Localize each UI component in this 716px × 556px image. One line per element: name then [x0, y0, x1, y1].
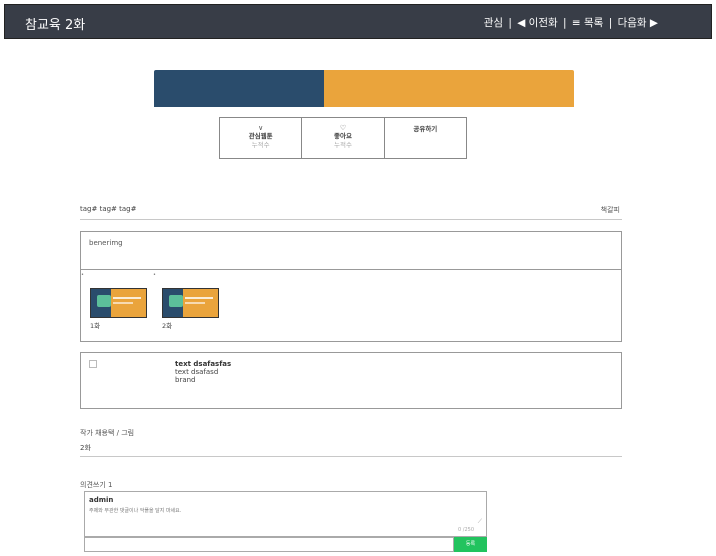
top-bar: 참교육 2화 관심 | ◀ 이전화 | ≡ 목록 | 다음화 ▶: [4, 4, 712, 39]
action-count: 누적수: [334, 141, 352, 149]
divider: [80, 219, 622, 220]
action-buttons: ∨ 관심웹툰 누적수 ♡ 좋아요 누적수 공유하기: [219, 117, 467, 159]
bookmark-link[interactable]: 책갈피: [601, 205, 620, 215]
episode-card[interactable]: 1화: [90, 288, 147, 330]
resize-grip-icon[interactable]: ⟋: [478, 518, 482, 526]
comment-input[interactable]: [84, 537, 454, 552]
bullet: •: [81, 272, 84, 278]
author-credit: 작가 채용택 / 그림: [80, 429, 135, 437]
episode-nav: 관심 | ◀ 이전화 | ≡ 목록 | 다음화 ▶: [483, 15, 659, 30]
broken-image-icon: [89, 360, 97, 368]
banner-image-placeholder: benerimg: [89, 239, 123, 247]
page-title: 참교육 2화: [25, 18, 86, 33]
tag-list[interactable]: tag# tag# tag#: [80, 205, 136, 213]
chevron-down-icon: ∨: [258, 124, 264, 132]
action-label: 공유하기: [413, 125, 438, 133]
submit-comment-button[interactable]: 등록: [454, 537, 487, 552]
comment-placeholder: 주제와 무관한 댓글이나 악플을 달지 마세요.: [89, 508, 182, 514]
episode-caption: 2화: [162, 322, 173, 330]
info-text: text dsafasd: [175, 368, 219, 376]
next-episode-link[interactable]: 다음화 ▶: [618, 17, 658, 29]
nav-separator: |: [563, 17, 567, 29]
interest-webtoon-button[interactable]: ∨ 관심웹툰 누적수: [220, 118, 303, 158]
comment-section-title: 의견쓰기 1: [80, 481, 113, 489]
banner-left-panel: [154, 70, 326, 107]
nav-separator: |: [508, 17, 512, 29]
share-button[interactable]: 공유하기: [385, 118, 466, 158]
camera-icon: [169, 295, 183, 307]
divider: [80, 456, 622, 457]
episode-number: 2화: [80, 444, 91, 452]
like-button[interactable]: ♡ 좋아요 누적수: [302, 118, 385, 158]
comment-username: admin: [89, 496, 114, 504]
episode-card[interactable]: 2화: [162, 288, 219, 330]
bullet: •: [153, 272, 156, 278]
comment-textarea[interactable]: admin 주제와 무관한 댓글이나 악플을 달지 마세요. ⟋ 0 /250: [84, 491, 487, 537]
divider: [81, 269, 621, 270]
episode-list-link[interactable]: ≡ 목록: [572, 17, 603, 29]
episode-caption: 1화: [90, 322, 101, 330]
interest-link[interactable]: 관심: [484, 17, 503, 29]
episode-box: benerimg • • 1화 2화: [80, 231, 622, 342]
info-brand: brand: [175, 376, 196, 384]
action-count: 누적수: [251, 141, 270, 149]
episode-thumbnail: [162, 288, 219, 318]
info-box: text dsafasfas text dsafasd brand: [80, 352, 622, 409]
heart-icon: ♡: [339, 124, 347, 132]
char-counter: 0 /250: [458, 527, 474, 533]
webtoon-banner: [154, 70, 574, 107]
info-title: text dsafasfas: [175, 360, 232, 368]
camera-icon: [97, 295, 111, 307]
action-label: 좋아요: [334, 132, 352, 140]
action-label: 관심웹툰: [248, 132, 273, 140]
nav-separator: |: [608, 17, 613, 29]
prev-episode-link[interactable]: ◀ 이전화: [517, 17, 557, 29]
banner-right-panel: [324, 70, 574, 107]
episode-thumbnail: [90, 288, 147, 318]
